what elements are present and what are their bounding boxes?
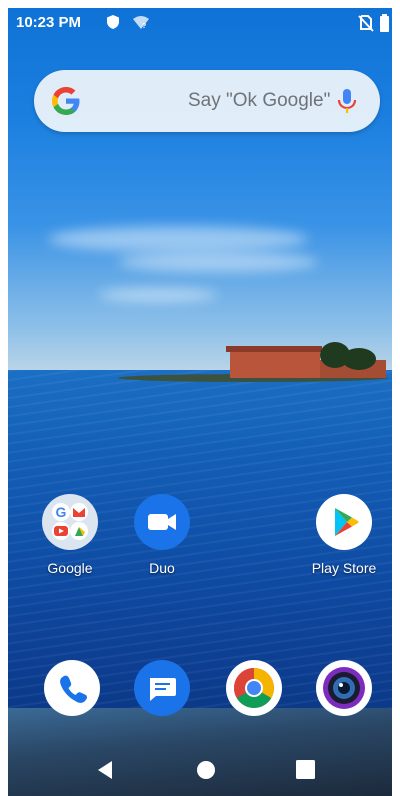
status-time: 10:23 PM <box>16 14 82 31</box>
svg-text:?: ? <box>142 23 146 30</box>
google-g-icon[interactable] <box>50 85 82 117</box>
chrome-icon[interactable] <box>226 660 282 716</box>
search-placeholder[interactable]: Say "Ok Google" <box>188 90 330 112</box>
status-bar: 10:23 PM ? <box>8 8 392 38</box>
wallpaper-cloud <box>118 252 318 272</box>
home-icon[interactable] <box>196 760 216 785</box>
home-screen: 10:23 PM ? Say "Ok Google" G Google Duo … <box>8 8 392 796</box>
app-label[interactable]: Google <box>30 560 110 576</box>
back-icon[interactable] <box>96 760 114 785</box>
phone-icon[interactable] <box>44 660 100 716</box>
messages-icon[interactable] <box>134 660 190 716</box>
camera-icon[interactable] <box>316 660 372 716</box>
app-label[interactable]: Duo <box>122 560 202 576</box>
duo-video-icon[interactable] <box>134 494 190 550</box>
wallpaper-trees <box>342 348 376 370</box>
wallpaper-building <box>230 350 320 378</box>
google-folder-icon[interactable]: G <box>42 494 98 550</box>
shield-icon <box>106 14 120 34</box>
google-search-bar[interactable]: Say "Ok Google" <box>34 70 380 132</box>
wallpaper-cloud <box>48 226 308 252</box>
wifi-question-icon: ? <box>132 14 150 34</box>
app-label[interactable]: Play Store <box>304 560 384 576</box>
wallpaper-roof <box>226 346 322 352</box>
svg-text:G: G <box>56 504 67 520</box>
battery-icon <box>380 14 389 36</box>
microphone-icon[interactable] <box>336 87 358 117</box>
wallpaper-cloud <box>98 288 218 302</box>
navigation-bar <box>8 744 392 796</box>
wallpaper-sky <box>8 8 392 370</box>
no-sim-icon <box>358 14 374 36</box>
recents-icon[interactable] <box>296 760 315 784</box>
play-store-icon[interactable] <box>316 494 372 550</box>
